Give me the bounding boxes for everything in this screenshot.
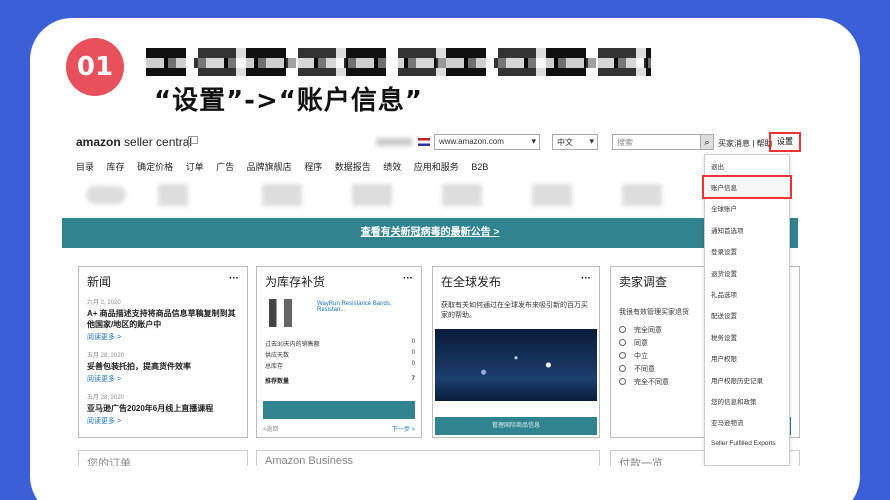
nav-advertising[interactable]: 广告: [216, 162, 234, 172]
redacted-title-overlay: [146, 58, 651, 68]
language-select[interactable]: 中文: [552, 134, 598, 150]
global-selling-panel: 在全球发布 ··· 获取有关如何通过在全球发布来吸引新的百万买家的帮助。 管理国…: [432, 266, 600, 438]
read-more-link[interactable]: 阅读更多 >: [87, 416, 243, 426]
more-options-icon[interactable]: ···: [229, 273, 239, 284]
news-panel: 新闻 ··· 六月 2, 2020 A+ 商品描述支持将商品信息草稿复制到其他国…: [78, 266, 248, 438]
survey-option[interactable]: 中立: [619, 349, 689, 362]
menu-item-logout[interactable]: 退出: [705, 155, 789, 176]
covid-announcement-banner[interactable]: 查看有关新冠病毒的最新公告 >: [62, 218, 798, 248]
menu-item-tax-settings[interactable]: 税务设置: [705, 326, 789, 347]
more-options-icon[interactable]: ···: [403, 273, 413, 284]
menu-item-seller-fulfilled-exports[interactable]: Seller Fulfilled Exports: [705, 433, 789, 454]
survey-question: 我很有效管理买家退货: [619, 309, 689, 316]
survey-options: 我很有效管理买家退货 完全同意 同意 中立 不同意 完全不同意: [619, 307, 689, 388]
news-item: 六月 2, 2020 A+ 商品描述支持将商品信息草稿复制到其他国家/地区的账户…: [87, 297, 243, 342]
news-item: 五月 28, 2020 妥善包装托拍，提高货件效率 阅读更多 >: [87, 350, 243, 384]
product-name-link[interactable]: WayRun Resistance Bands, Resistan...: [317, 301, 421, 313]
store-name-blurred: [376, 138, 412, 146]
nav-catalog[interactable]: 目录: [76, 162, 94, 172]
us-flag-icon: [418, 138, 430, 146]
panel-title: 新闻: [87, 275, 112, 289]
seller-central-logo[interactable]: amazon seller central: [76, 135, 192, 149]
world-map-image: [435, 329, 597, 401]
panel-title: 为库存补货: [265, 275, 326, 289]
settings-dropdown-menu: 退出 账户信息 全球账户 通知首选项 登录设置 退货设置 礼品选项 配送设置 税…: [702, 154, 792, 466]
menu-item-global-accounts[interactable]: 全球账户: [705, 198, 789, 219]
nav-apps[interactable]: 应用和服务: [414, 162, 459, 172]
radio-icon: [619, 378, 626, 385]
flag-icon[interactable]: [188, 136, 198, 148]
menu-item-return-settings[interactable]: 退货设置: [705, 262, 789, 283]
kpi-row-blurred: [62, 178, 804, 214]
radio-icon: [619, 326, 626, 333]
buyer-messages-link[interactable]: 买家消息: [718, 139, 750, 148]
restock-panel: 为库存补货 ··· WayRun Resistance Bands, Resis…: [256, 266, 422, 438]
panel-title: 卖家调查: [619, 275, 668, 289]
menu-item-notification-preferences[interactable]: 通知首选项: [705, 219, 789, 240]
menu-item-login-settings[interactable]: 登录设置: [705, 241, 789, 262]
search-input[interactable]: 搜索: [612, 134, 712, 150]
next-link[interactable]: 下一步 >: [392, 424, 415, 433]
top-links: 买家消息 | 帮助: [718, 139, 773, 148]
survey-option[interactable]: 完全不同意: [619, 375, 689, 388]
nav-performance[interactable]: 绩效: [383, 162, 401, 172]
menu-item-permissions-history[interactable]: 用户权限历史记录: [705, 369, 789, 390]
product-thumbnail: [269, 299, 307, 327]
main-nav: 目录 库存 确定价格 订单 广告 品牌旗舰店 程序 数据报告 绩效 应用和服务 …: [76, 160, 498, 173]
global-selling-description: 获取有关如何通过在全球发布来吸引新的百万买家的帮助。: [441, 302, 588, 319]
survey-option[interactable]: 同意: [619, 336, 689, 349]
manage-international-listings-button[interactable]: 管理国际商品信息: [435, 417, 597, 435]
menu-item-gift-options[interactable]: 礼品选项: [705, 283, 789, 304]
nav-b2b[interactable]: B2B: [471, 162, 488, 172]
top-bar: amazon seller central www.amazon.com 中文 …: [62, 126, 804, 156]
step-badge: 01: [66, 38, 124, 96]
back-link[interactable]: <返回: [263, 424, 279, 433]
news-item: 五月 28, 2020 亚马逊广告2020年6月线上直播课程 阅读更多 >: [87, 392, 243, 426]
settings-menu-button[interactable]: 设置: [769, 132, 801, 152]
nav-programs[interactable]: 程序: [304, 162, 322, 172]
read-more-link[interactable]: 阅读更多 >: [87, 332, 243, 342]
panel-title: 在全球发布: [441, 275, 502, 289]
amazon-business-panel: Amazon Business: [256, 450, 600, 466]
read-more-link[interactable]: 阅读更多 >: [87, 374, 243, 384]
restock-stats: 过去30天内的销售额 0 供应天数 0 总库存 0 推荐数量 7: [265, 339, 415, 385]
survey-option[interactable]: 完全同意: [619, 323, 689, 336]
survey-option[interactable]: 不同意: [619, 362, 689, 375]
more-options-icon[interactable]: ···: [581, 273, 591, 284]
nav-pricing[interactable]: 确定价格: [137, 162, 173, 172]
restock-button[interactable]: [263, 401, 415, 419]
menu-item-fba[interactable]: 亚马逊物流: [705, 412, 789, 433]
menu-item-info-and-policies[interactable]: 您的信息和政策: [705, 390, 789, 411]
search-icon[interactable]: ⌕: [700, 134, 714, 150]
menu-item-user-permissions[interactable]: 用户权限: [705, 348, 789, 369]
nav-inventory[interactable]: 库存: [107, 162, 125, 172]
radio-icon: [619, 352, 626, 359]
instruction-text: “设置”->“账户信息”: [154, 86, 423, 116]
nav-reports[interactable]: 数据报告: [335, 162, 371, 172]
menu-item-account-info[interactable]: 账户信息: [702, 175, 792, 199]
restock-pagination: <返回 下一步 >: [263, 424, 415, 433]
marketplace-select[interactable]: www.amazon.com: [434, 134, 540, 150]
orders-panel: 您的订单: [78, 450, 248, 466]
menu-item-shipping-settings[interactable]: 配送设置: [705, 305, 789, 326]
radio-icon: [619, 365, 626, 372]
seller-central-screenshot: amazon seller central www.amazon.com 中文 …: [62, 126, 804, 466]
nav-stores[interactable]: 品牌旗舰店: [247, 162, 292, 172]
radio-icon: [619, 339, 626, 346]
nav-orders[interactable]: 订单: [186, 162, 204, 172]
